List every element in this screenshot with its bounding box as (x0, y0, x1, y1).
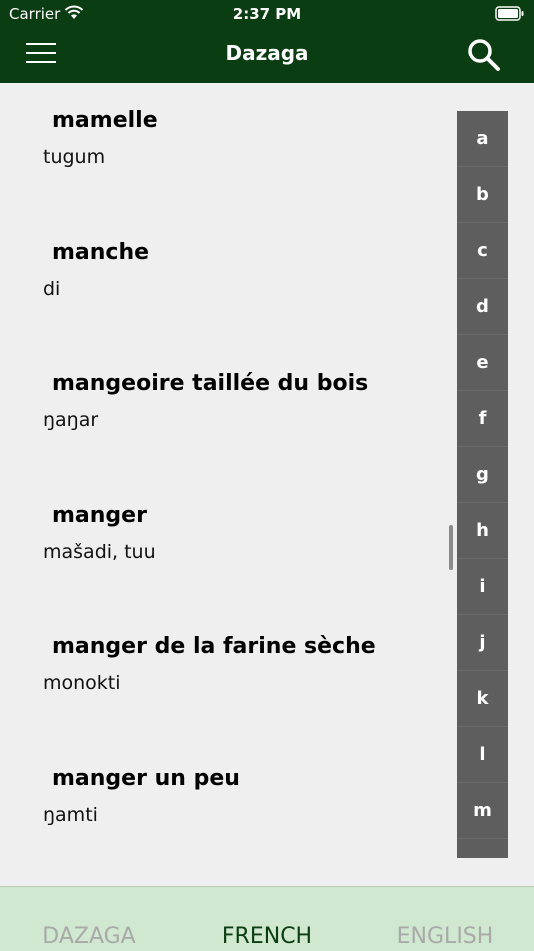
entry-dazaga: tugum (43, 146, 106, 168)
entry-french: manger (52, 503, 147, 528)
battery-icon (495, 6, 525, 25)
entry-french: manger de la farine sèche (52, 634, 376, 659)
index-letter-h[interactable]: h (457, 503, 508, 559)
entry-french: mamelle (52, 108, 158, 133)
entry-dazaga: di (43, 278, 61, 300)
index-letter-j[interactable]: j (457, 615, 508, 671)
index-letter-c[interactable]: c (457, 223, 508, 279)
index-letter-d[interactable]: d (457, 279, 508, 335)
index-letter-i[interactable]: i (457, 559, 508, 615)
entry-list[interactable]: mamelle tugum manche di mangeoire taillé… (0, 83, 534, 886)
index-letter-l[interactable]: l (457, 727, 508, 783)
entry-dazaga: mašadi, tuu (43, 541, 156, 563)
entry-french: manche (52, 240, 150, 265)
index-letter-g[interactable]: g (457, 447, 508, 503)
tab-french[interactable]: FRENCH (178, 924, 356, 949)
entry-french: manger un peu (52, 766, 240, 791)
entry-french: mangeoire taillée du bois (52, 371, 369, 396)
index-letter-b[interactable]: b (457, 167, 508, 223)
alphabet-index[interactable]: a b c d e f g h i j k l m (457, 111, 508, 858)
tab-dazaga[interactable]: DAZAGA (0, 924, 178, 949)
index-letter-f[interactable]: f (457, 391, 508, 447)
search-icon[interactable] (466, 37, 502, 77)
index-letter-e[interactable]: e (457, 335, 508, 391)
scrollbar-thumb[interactable] (449, 525, 453, 570)
entry-dazaga: ŋamti (43, 804, 98, 826)
status-bar: Carrier 2:37 PM (0, 0, 534, 28)
tab-english[interactable]: ENGLISH (356, 924, 534, 949)
page-title: Dazaga (225, 41, 309, 65)
entry-dazaga: monokti (43, 672, 121, 694)
index-letter-k[interactable]: k (457, 671, 508, 727)
index-letter-m[interactable]: m (457, 783, 508, 839)
language-tab-bar: DAZAGA FRENCH ENGLISH (0, 886, 534, 951)
nav-bar: Dazaga (0, 28, 534, 83)
entry-dazaga: ŋaŋar (43, 409, 99, 431)
index-letter-a[interactable]: a (457, 111, 508, 167)
clock: 2:37 PM (232, 5, 302, 23)
